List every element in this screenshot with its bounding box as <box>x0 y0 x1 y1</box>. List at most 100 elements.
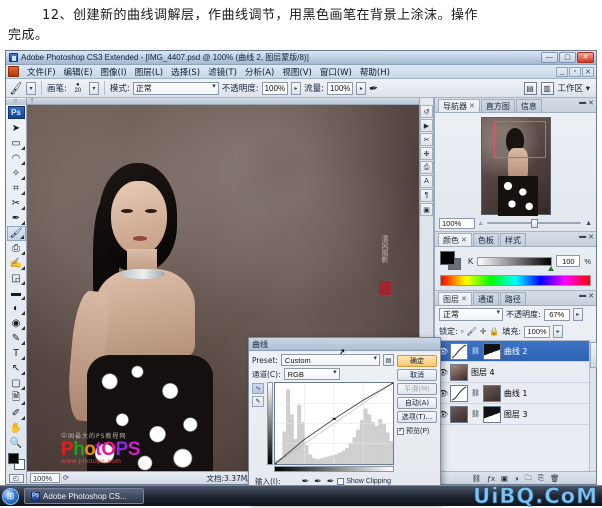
color-spectrum-ramp[interactable] <box>440 275 591 286</box>
opacity-input[interactable]: 100% <box>262 82 288 95</box>
k-channel-slider[interactable] <box>477 257 552 266</box>
checkbox-box[interactable] <box>397 428 404 435</box>
lasso-tool[interactable]: ◠ <box>7 151 26 166</box>
lock-all-icon[interactable]: 🔒 <box>489 327 499 336</box>
layer-mask-icon[interactable]: ▣ <box>501 474 508 483</box>
pencil-curve-tool-icon[interactable]: ✎ <box>252 396 264 407</box>
menu-item-edit[interactable]: 编辑(E) <box>60 66 97 78</box>
table-row[interactable]: 👁 图层 4 <box>435 362 589 383</box>
eyedropper-tool[interactable]: ✐ <box>7 406 26 421</box>
zoom-out-icon[interactable]: ▵ <box>479 219 483 227</box>
tab-swatches[interactable]: 色板 <box>473 233 499 246</box>
bridge-launch-icon[interactable] <box>8 66 19 77</box>
history-brush-tool[interactable]: ✍ <box>7 256 26 271</box>
tab-info[interactable]: 信息 <box>516 99 542 112</box>
menu-item-layer[interactable]: 图层(L) <box>131 66 167 78</box>
layer-thumbnail-curves[interactable] <box>450 385 468 402</box>
preset-select[interactable]: Custom <box>281 354 380 366</box>
tab-close-icon[interactable]: ✕ <box>461 295 467 303</box>
panel-close-icon[interactable]: ✕ <box>588 292 594 300</box>
layer-name[interactable]: 曲线 2 <box>504 346 528 357</box>
navigator-thumbnail[interactable] <box>481 117 551 215</box>
menu-item-filter[interactable]: 滤镜(T) <box>204 66 241 78</box>
navigator-zoom-input[interactable]: 100% <box>439 218 475 229</box>
dodge-tool[interactable]: ◉ <box>7 316 26 331</box>
layer-thumbnail-pixel[interactable] <box>450 406 468 423</box>
opacity-slider-arrow[interactable]: ▸ <box>291 82 301 95</box>
table-row[interactable]: 👁 ⛓ 图层 3 <box>435 404 589 425</box>
history-icon[interactable]: ↺ <box>420 105 433 118</box>
panel-close-icon[interactable]: ✕ <box>588 99 594 107</box>
flow-input[interactable]: 100% <box>327 82 353 95</box>
delete-layer-icon[interactable]: 🗑 <box>550 474 560 483</box>
layer-fill-arrow[interactable]: ▸ <box>553 325 563 338</box>
notes-tool[interactable]: 🗎 <box>7 391 26 406</box>
pen-tool[interactable]: ✎ <box>7 331 26 346</box>
marquee-tool[interactable]: ▭ <box>7 136 26 151</box>
layer-link-icon[interactable]: ⛓ <box>471 347 480 355</box>
panel-close-icon[interactable]: ✕ <box>588 233 594 241</box>
layer-blend-mode-select[interactable]: 正常 <box>439 308 503 321</box>
slice-tool[interactable]: ✂ <box>7 196 26 211</box>
layer-comps-icon[interactable]: ▣ <box>420 203 433 216</box>
clone-source-icon[interactable]: ⎙ <box>420 161 433 174</box>
document-restore-button[interactable]: ▫ <box>569 67 581 77</box>
brushes-icon[interactable]: ❉ <box>420 147 433 160</box>
curves-dialog-titlebar[interactable]: 曲线 ➚ <box>249 338 440 351</box>
layer-name[interactable]: 曲线 1 <box>504 388 528 399</box>
preview-checkbox[interactable]: 预览(P) <box>397 426 437 436</box>
menu-item-image[interactable]: 图像(I) <box>97 66 131 78</box>
layer-mask-thumbnail[interactable] <box>483 343 501 360</box>
tab-paths[interactable]: 路径 <box>500 292 526 305</box>
document-tab-strip[interactable]: ⠿ <box>27 98 419 105</box>
curves-dialog[interactable]: 曲线 ➚ Preset: Custom ▤ 通道(C): RGB ∿ ✎ <box>248 337 441 504</box>
palette-icon[interactable]: ▤ <box>524 82 537 95</box>
menu-item-window[interactable]: 窗口(W) <box>316 66 356 78</box>
channel-select[interactable]: RGB <box>284 368 340 380</box>
menu-item-help[interactable]: 帮助(H) <box>356 66 394 78</box>
tab-layers[interactable]: 图层 ✕ <box>438 292 472 305</box>
slider-knob[interactable] <box>531 219 538 228</box>
toolbox-grip[interactable]: ⠿ <box>6 99 26 105</box>
layer-list[interactable]: 👁 ⛓ 曲线 2 👁 图层 4 <box>435 340 589 471</box>
menu-item-file[interactable]: 文件(F) <box>23 66 60 78</box>
crop-tool[interactable]: ⌗ <box>7 181 26 196</box>
slider-marker[interactable] <box>548 266 554 271</box>
taskbar-item-photoshop[interactable]: Ps Adobe Photoshop CS... <box>24 488 144 504</box>
zoom-level-input[interactable]: 100% <box>30 473 60 483</box>
table-row[interactable]: 👁 ⛓ 曲线 1 <box>435 383 589 404</box>
layer-opacity-input[interactable]: 67% <box>544 309 570 321</box>
bridge-icon[interactable]: ▥ <box>541 82 554 95</box>
paragraph-icon[interactable]: ¶ <box>420 189 433 202</box>
zoom-in-icon[interactable]: ▲ <box>585 220 592 227</box>
layer-list-scrollbar[interactable] <box>589 340 596 471</box>
clone-stamp-tool[interactable]: ⎙ <box>7 241 26 256</box>
smooth-button[interactable]: 平滑(M) <box>397 383 437 395</box>
tab-histogram[interactable]: 直方图 <box>481 99 515 112</box>
tab-styles[interactable]: 样式 <box>500 233 526 246</box>
document-minimize-button[interactable]: _ <box>556 67 568 77</box>
brush-picker-dropdown[interactable]: ▾ <box>89 82 99 95</box>
new-layer-icon[interactable]: ⎘ <box>538 473 544 483</box>
collapse-icon[interactable]: ▬ <box>579 99 586 107</box>
navigator-zoom-slider[interactable] <box>487 218 582 229</box>
zoom-tool[interactable]: 🔍 <box>7 436 26 451</box>
new-fill-adjustment-icon[interactable]: ◑ <box>514 474 519 483</box>
layer-opacity-arrow[interactable]: ▸ <box>573 308 583 321</box>
scrollbar-thumb[interactable] <box>590 342 597 368</box>
tool-preset-dropdown[interactable]: ▾ <box>26 82 36 95</box>
close-button[interactable]: ✕ <box>577 52 594 63</box>
menu-item-select[interactable]: 选择(S) <box>167 66 204 78</box>
navigator-thumbnail-area[interactable] <box>435 113 596 217</box>
curve-graph[interactable] <box>274 382 394 465</box>
magic-wand-tool[interactable]: ✧ <box>7 166 26 181</box>
quick-mask-icon[interactable]: ◰ <box>9 474 24 483</box>
cancel-button[interactable]: 取消 <box>397 369 437 381</box>
layer-mask-thumbnail[interactable] <box>483 406 501 423</box>
show-clipping-checkbox[interactable]: Show Clipping <box>337 478 391 485</box>
tab-close-icon[interactable]: ✕ <box>469 102 475 110</box>
layer-link-icon[interactable]: ⛓ <box>471 410 480 418</box>
options-button[interactable]: 选项(T)... <box>397 411 437 423</box>
collapse-icon[interactable]: ▬ <box>579 233 586 241</box>
tool-presets-icon[interactable]: ✂ <box>420 133 433 146</box>
